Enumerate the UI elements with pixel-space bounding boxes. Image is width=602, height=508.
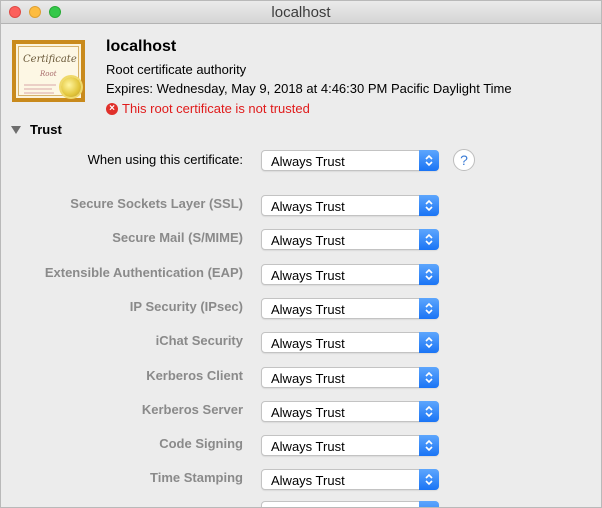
trust-warning: × This root certificate is not trusted: [106, 101, 310, 116]
certificate-icon-subtext: Root: [40, 70, 57, 78]
trust-policy-popup-partial[interactable]: [261, 501, 439, 507]
certificate-lines-icon: [24, 84, 56, 94]
certificate-name: localhost: [106, 38, 177, 55]
trust-policy-popup[interactable]: Always Trust: [261, 298, 439, 319]
popup-arrows-icon: [419, 264, 439, 285]
popup-arrows-icon: [419, 367, 439, 388]
popup-arrows-icon: [419, 401, 439, 422]
popup-value: Always Trust: [271, 302, 345, 317]
window-title: localhost: [271, 4, 331, 21]
popup-value: Always Trust: [271, 233, 345, 248]
disclosure-triangle-icon[interactable]: [11, 126, 21, 134]
popup-arrows-icon: [419, 332, 439, 353]
popup-arrows-icon: [419, 501, 439, 507]
trust-policy-label: IP Security (IPsec): [129, 299, 243, 314]
help-button[interactable]: ?: [453, 149, 475, 171]
trust-policy-popup[interactable]: Always Trust: [261, 195, 439, 216]
trust-policy-popup[interactable]: Always Trust: [261, 229, 439, 250]
trust-warning-text: This root certificate is not trusted: [122, 101, 310, 116]
popup-value: Always Trust: [271, 268, 345, 283]
title-bar: localhost: [1, 1, 601, 24]
popup-value: Always Trust: [271, 336, 345, 351]
certificate-window: localhost Certificate Root localhost Roo…: [0, 0, 602, 508]
trust-policy-label: Kerberos Client: [146, 368, 243, 383]
trust-policy-label: iChat Security: [155, 333, 243, 348]
trust-policy-label: Kerberos Server: [141, 402, 243, 417]
certificate-kind: Root certificate authority: [106, 62, 247, 77]
popup-value: Always Trust: [271, 199, 345, 214]
trust-section-title[interactable]: Trust: [30, 122, 62, 137]
certificate-expiration: Expires: Wednesday, May 9, 2018 at 4:46:…: [106, 81, 512, 96]
trust-policy-popup[interactable]: Always Trust: [261, 435, 439, 456]
popup-arrows-icon: [419, 229, 439, 250]
trust-policy-popup[interactable]: Always Trust: [261, 401, 439, 422]
certificate-icon: Certificate Root: [12, 40, 85, 102]
trust-policy-label: Extensible Authentication (EAP): [44, 265, 243, 280]
when-using-label: When using this certificate:: [87, 152, 243, 167]
when-using-popup[interactable]: Always Trust: [261, 150, 439, 171]
trust-policy-popup[interactable]: Always Trust: [261, 367, 439, 388]
popup-value: Always Trust: [271, 439, 345, 454]
popup-arrows-icon: [419, 150, 439, 171]
popup-value: Always Trust: [271, 473, 345, 488]
popup-arrows-icon: [419, 195, 439, 216]
trust-policy-popup[interactable]: Always Trust: [261, 264, 439, 285]
trust-policy-label: Secure Sockets Layer (SSL): [70, 196, 243, 211]
popup-arrows-icon: [419, 469, 439, 490]
trust-policy-label: Code Signing: [159, 436, 243, 451]
trust-policy-label: Time Stamping: [150, 470, 243, 485]
popup-value: Always Trust: [271, 405, 345, 420]
certificate-icon-text: Certificate: [23, 54, 77, 65]
error-x-icon: ×: [106, 102, 118, 115]
certificate-seal-icon: [61, 77, 81, 97]
trust-policy-label: Secure Mail (S/MIME): [112, 230, 243, 245]
popup-arrows-icon: [419, 298, 439, 319]
popup-value: Always Trust: [271, 154, 345, 169]
trust-policy-popup[interactable]: Always Trust: [261, 332, 439, 353]
popup-value: Always Trust: [271, 371, 345, 386]
popup-arrows-icon: [419, 435, 439, 456]
trust-policy-popup[interactable]: Always Trust: [261, 469, 439, 490]
